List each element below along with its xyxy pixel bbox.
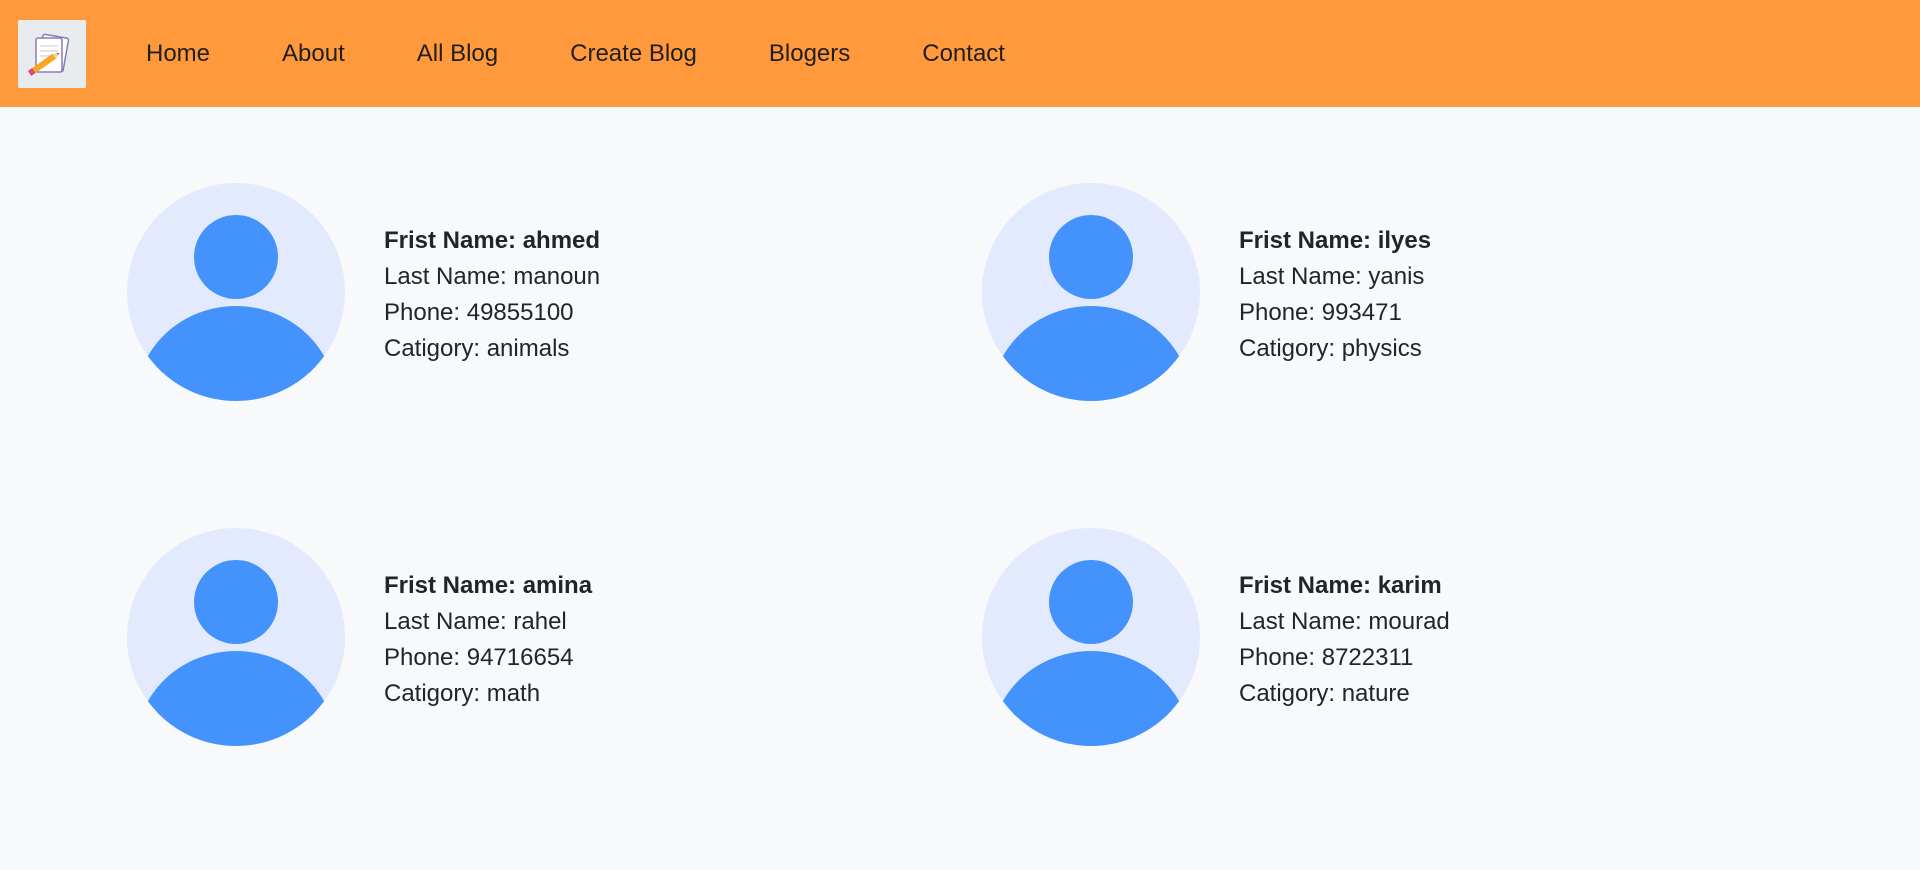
last-name: Last Name: rahel (384, 608, 567, 635)
category: Catigory: nature (1239, 680, 1410, 707)
nav-blogers[interactable]: Blogers (769, 40, 850, 68)
logo[interactable] (18, 20, 86, 88)
blogger-card: Frist Name: karim Last Name: mourad Phon… (982, 528, 1682, 748)
user-avatar-icon (127, 528, 345, 746)
user-avatar-icon (982, 528, 1200, 746)
last-name: Last Name: yanis (1239, 263, 1425, 290)
first-name: Frist Name: karim (1239, 572, 1442, 599)
first-name: Frist Name: ilyes (1239, 227, 1432, 254)
nav-contact[interactable]: Contact (922, 40, 1005, 68)
blogger-card: Frist Name: ilyes Last Name: yanis Phone… (982, 183, 1682, 403)
category: Catigory: animals (384, 335, 570, 362)
first-name: Frist Name: ahmed (384, 227, 601, 254)
first-name: Frist Name: amina (384, 572, 593, 599)
phone: Phone: 993471 (1239, 299, 1402, 326)
last-name: Last Name: manoun (384, 263, 601, 290)
phone: Phone: 94716654 (384, 644, 574, 671)
nav-about[interactable]: About (282, 40, 345, 68)
user-avatar-icon (127, 183, 345, 401)
blogger-info: Frist Name: karim Last Name: mourad Phon… (1239, 568, 1450, 712)
blogger-card: Frist Name: amina Last Name: rahel Phone… (127, 528, 827, 748)
blogger-info: Frist Name: ilyes Last Name: yanis Phone… (1239, 223, 1431, 367)
nav-links: Home About All Blog Create Blog Blogers … (146, 0, 1077, 107)
nav-create-blog[interactable]: Create Blog (570, 40, 697, 68)
blogger-card: Frist Name: ahmed Last Name: manoun Phon… (127, 183, 827, 403)
blogger-info: Frist Name: ahmed Last Name: manoun Phon… (384, 223, 600, 367)
phone: Phone: 8722311 (1239, 644, 1414, 671)
category: Catigory: physics (1239, 335, 1422, 362)
user-avatar-icon (982, 183, 1200, 401)
notepad-pencil-icon (27, 33, 70, 76)
blogger-info: Frist Name: amina Last Name: rahel Phone… (384, 568, 592, 712)
last-name: Last Name: mourad (1239, 608, 1450, 635)
nav-all-blog[interactable]: All Blog (417, 40, 498, 68)
category: Catigory: math (384, 680, 541, 707)
top-navbar: Home About All Blog Create Blog Blogers … (0, 0, 1920, 107)
nav-home[interactable]: Home (146, 40, 210, 68)
bloggers-grid: Frist Name: ahmed Last Name: manoun Phon… (0, 107, 1920, 870)
phone: Phone: 49855100 (384, 299, 574, 326)
